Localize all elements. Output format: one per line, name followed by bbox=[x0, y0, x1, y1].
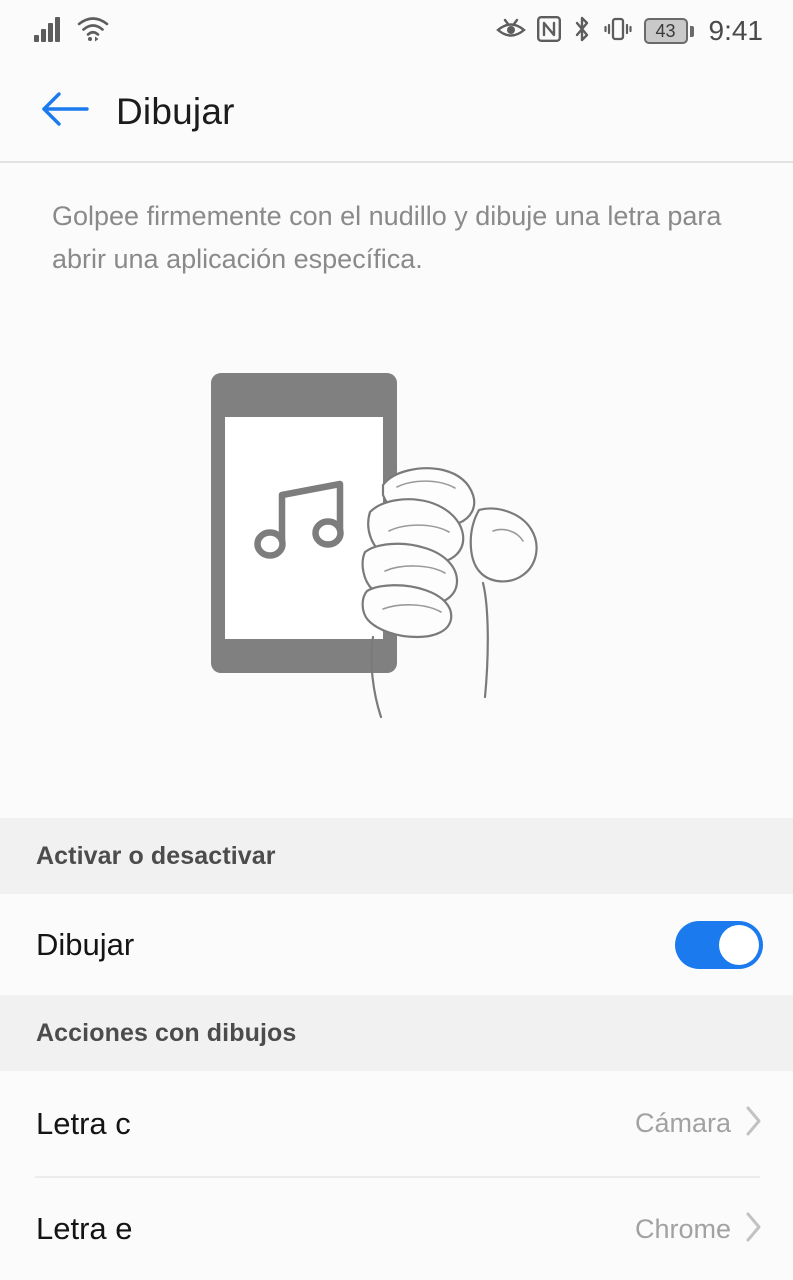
dibujar-toggle-switch[interactable] bbox=[675, 920, 763, 969]
row-dibujar-toggle[interactable]: Dibujar bbox=[0, 894, 793, 995]
status-bar-right-icons: 43 9:41 bbox=[495, 15, 764, 47]
section-header-activar: Activar o desactivar bbox=[0, 818, 793, 894]
phone-screen: 43 9:41 Dibujar Golpee firmemente con el… bbox=[0, 0, 793, 1280]
row-value: Chrome bbox=[634, 1213, 731, 1244]
row-trailing bbox=[675, 920, 763, 969]
back-button[interactable] bbox=[28, 75, 102, 149]
back-arrow-icon bbox=[39, 89, 91, 134]
row-letra-e[interactable]: Letra e Chrome bbox=[0, 1178, 793, 1280]
status-bar: 43 9:41 bbox=[0, 0, 793, 62]
row-label: Letra e bbox=[36, 1211, 133, 1246]
battery-icon: 43 bbox=[643, 18, 694, 44]
battery-level-label: 43 bbox=[655, 21, 676, 41]
section-header-label: Activar o desactivar bbox=[36, 841, 276, 870]
row-label: Dibujar bbox=[36, 926, 135, 962]
chevron-right-icon bbox=[745, 1105, 763, 1142]
row-trailing: Cámara bbox=[635, 1105, 763, 1142]
nfc-icon bbox=[536, 15, 561, 47]
status-bar-left-icons bbox=[34, 16, 109, 47]
row-letra-c[interactable]: Letra c Cámara bbox=[0, 1071, 793, 1176]
toggle-knob bbox=[719, 924, 759, 965]
battery-terminal bbox=[689, 25, 694, 37]
vibrate-icon bbox=[603, 16, 633, 47]
battery-body: 43 bbox=[643, 18, 688, 44]
knuckle-tap-phone-illustration bbox=[0, 355, 793, 755]
section-header-label: Acciones con dibujos bbox=[36, 1018, 297, 1047]
row-label: Letra c bbox=[36, 1105, 131, 1141]
wifi-icon bbox=[77, 16, 109, 47]
page-title: Dibujar bbox=[116, 90, 235, 132]
eye-comfort-icon bbox=[495, 16, 526, 47]
clock-label: 9:41 bbox=[708, 15, 764, 46]
app-bar: Dibujar bbox=[0, 62, 793, 163]
row-value: Cámara bbox=[634, 1108, 731, 1138]
row-trailing: Chrome bbox=[635, 1211, 763, 1248]
section-header-acciones: Acciones con dibujos bbox=[0, 995, 793, 1071]
signal-bars-icon bbox=[34, 16, 64, 47]
chevron-right-icon bbox=[745, 1211, 763, 1248]
bluetooth-icon bbox=[572, 16, 592, 47]
description-text: Golpee firmemente con el nudillo y dibuj… bbox=[52, 201, 722, 274]
